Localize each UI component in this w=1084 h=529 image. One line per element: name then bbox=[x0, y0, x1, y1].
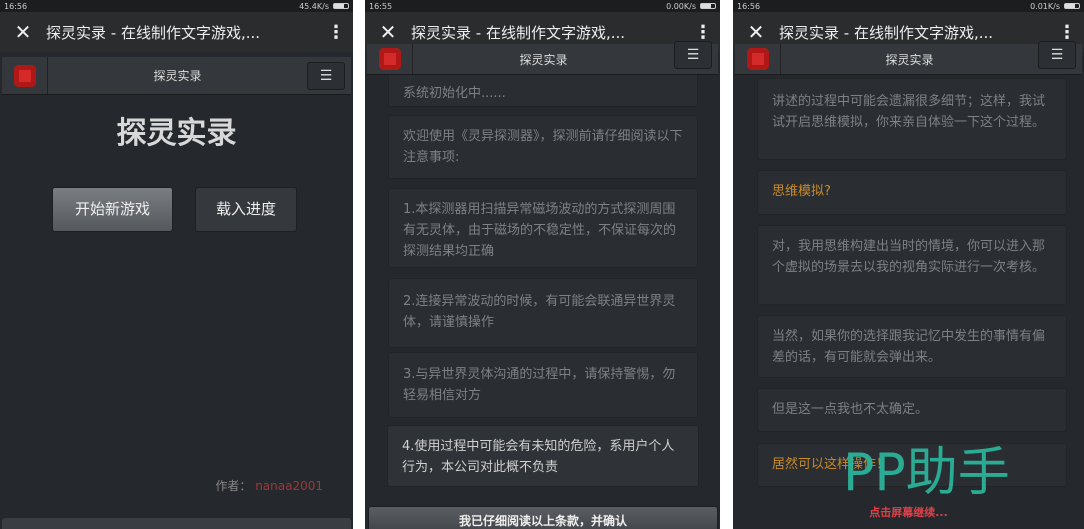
message-card: 2.连接异常波动的时候，有可能会联通异世界灵体，请谨慎操作 bbox=[388, 278, 698, 348]
message-card-question: 思维模拟? bbox=[757, 170, 1067, 215]
message-card: 对，我用思维构建出当时的情境，你可以进入那个虚拟的场景去以我的视角实际进行一次考… bbox=[757, 225, 1067, 305]
message-card-current: 4.使用过程中可能会有未知的危险，系用户个人行为，本公司对此概不负责 bbox=[387, 425, 699, 487]
screen-notice: 系统初始化中...... 欢迎使用《灵异探测器》，探测前请仔细阅读以下注意事项:… bbox=[365, 0, 720, 529]
new-game-button[interactable]: 开始新游戏 bbox=[52, 187, 173, 232]
page-title: 探灵实录 - 在线制作文字游戏,... bbox=[411, 23, 626, 42]
message-card: 1.本探测器用扫描异常磁场波动的方式探测周围有无灵体，由于磁场的不稳定性，不保证… bbox=[388, 188, 698, 268]
logo-icon[interactable] bbox=[735, 44, 781, 74]
menu-icon[interactable]: ☰ bbox=[1038, 41, 1076, 69]
watermark-logo: PP助手 bbox=[843, 443, 1010, 503]
status-bar: 16:56 0.01K/s bbox=[733, 0, 1084, 12]
logo-icon[interactable] bbox=[367, 44, 413, 74]
net-speed: 0.00K/s bbox=[666, 1, 696, 11]
time: 16:56 bbox=[4, 1, 28, 11]
time: 16:55 bbox=[369, 1, 393, 11]
author-label: 作者： bbox=[215, 479, 252, 493]
message-card: 欢迎使用《灵异探测器》，探测前请仔细阅读以下注意事项: bbox=[388, 115, 698, 179]
menu-icon[interactable]: ☰ bbox=[307, 61, 345, 90]
page-title: 探灵实录 - 在线制作文字游戏,... bbox=[779, 23, 994, 42]
browser-toolbar: ✕ 探灵实录 - 在线制作文字游戏,... ⋮ bbox=[0, 12, 353, 52]
app-title: 探灵实录 bbox=[153, 69, 202, 83]
continue-prompt[interactable]: 点击屏幕继续... bbox=[733, 504, 1084, 520]
menu-icon[interactable]: ☰ bbox=[674, 41, 712, 69]
message-card: 3.与异世界灵体沟通的过程中，请保持警惕，勿轻易相信对方 bbox=[388, 352, 698, 418]
author-line: 作者： nanaa2001 bbox=[215, 477, 323, 494]
message-card: 讲述的过程中可能会遗漏很多细节；这样，我试试开启思维模拟，你来亲自体验一下这个过… bbox=[757, 78, 1067, 160]
load-game-button[interactable]: 载入进度 bbox=[195, 187, 297, 232]
page-title: 探灵实录 - 在线制作文字游戏,... bbox=[46, 23, 261, 42]
game-title: 探灵实录 bbox=[116, 116, 237, 151]
more-icon[interactable]: ⋮ bbox=[319, 22, 353, 43]
time: 16:56 bbox=[737, 1, 761, 11]
screen-story: 讲述的过程中可能会遗漏很多细节；这样，我试试开启思维模拟，你来亲自体验一下这个过… bbox=[733, 0, 1084, 529]
message-card: 当然，如果你的选择跟我记忆中发生的事情有偏差的话，有可能就会弹出来。 bbox=[757, 315, 1067, 378]
screen-title: 16:56 45.4K/s ✕ 探灵实录 - 在线制作文字游戏,... ⋮ 探灵实录 ☰… bbox=[0, 0, 353, 529]
net-speed: 45.4K/s bbox=[299, 1, 329, 11]
app-header: 探灵实录 ☰ bbox=[2, 57, 351, 95]
status-bar: 16:55 0.00K/s bbox=[365, 0, 720, 12]
author-name: nanaa2001 bbox=[255, 479, 323, 493]
app-title: 探灵实录 bbox=[519, 52, 568, 67]
net-speed: 0.01K/s bbox=[1030, 1, 1060, 11]
battery-icon bbox=[700, 3, 716, 9]
more-icon[interactable]: ⋮ bbox=[686, 22, 720, 43]
logo-icon[interactable] bbox=[2, 57, 48, 94]
app-header: 探灵实录 ☰ bbox=[735, 41, 1082, 75]
app-title: 探灵实录 bbox=[885, 52, 934, 67]
battery-icon bbox=[333, 3, 349, 9]
message-card: 但是这一点我也不太确定。 bbox=[757, 388, 1067, 432]
close-icon[interactable]: ✕ bbox=[0, 20, 46, 44]
confirm-button[interactable]: 我已仔细阅读以上条款，并确认 bbox=[368, 506, 718, 529]
status-bar: 16:56 45.4K/s bbox=[0, 0, 353, 12]
bottom-bar bbox=[2, 518, 351, 529]
close-icon[interactable]: ✕ bbox=[365, 20, 411, 44]
more-icon[interactable]: ⋮ bbox=[1050, 22, 1084, 43]
battery-icon bbox=[1064, 3, 1080, 9]
close-icon[interactable]: ✕ bbox=[733, 20, 779, 44]
app-header: 探灵实录 ☰ bbox=[367, 41, 718, 75]
